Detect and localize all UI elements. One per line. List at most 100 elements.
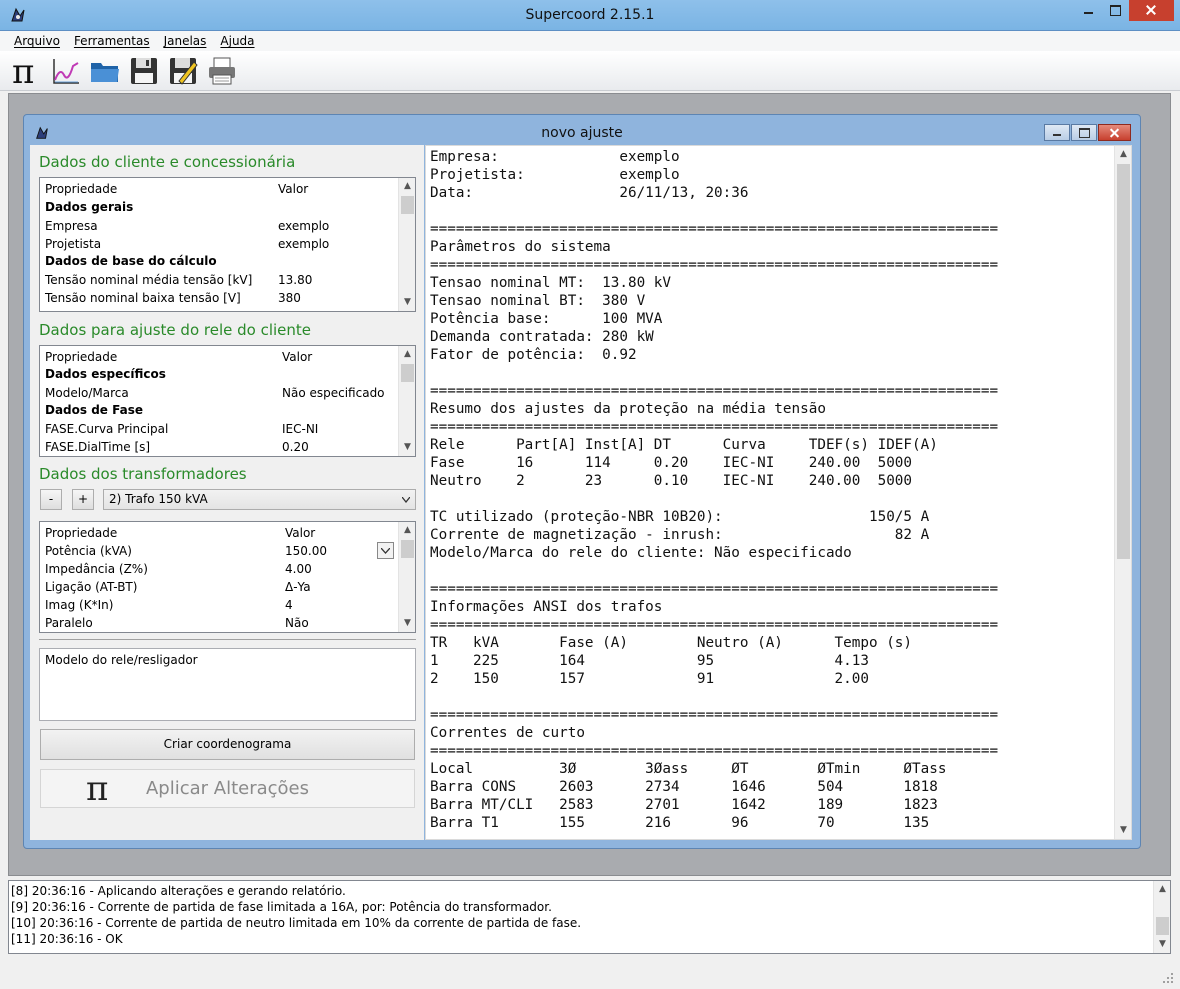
grid-row[interactable]: Dados de Fase [45,401,395,419]
apply-changes-button[interactable]: π Aplicar Alterações [40,769,415,808]
row-value[interactable]: 150.00 [285,542,327,560]
scroll-down-icon[interactable]: ▼ [403,619,412,628]
report-line: Projetista: exemplo [430,167,680,183]
scroll-up-icon[interactable]: ▲ [403,350,412,359]
report-line: Resumo dos ajustes da proteção na média … [430,401,826,417]
grid-row[interactable]: Dados de base do cálculo [45,252,395,270]
chevron-down-icon [381,548,390,554]
minimize-button[interactable] [1075,0,1102,21]
report-line: Fase 16 114 0.20 IEC-NI 240.00 5000 [430,455,913,471]
row-key: FASE.DialTime [s] [45,440,151,454]
row-key: Ligação (AT-BT) [45,580,138,594]
scroll-down-icon[interactable]: ▼ [1119,826,1128,835]
row-value: IEC-NI [282,422,319,436]
grid-row[interactable]: Tensão nominal baixa tensão [V] 380 [45,289,395,307]
row-value: 380 [278,291,301,305]
scroll-up-icon[interactable]: ▲ [403,526,412,535]
maximize-button[interactable] [1102,0,1129,21]
resize-grip-icon[interactable] [1162,972,1174,984]
scroll-up-icon[interactable]: ▲ [1158,885,1167,894]
report-line: ========================================… [430,617,999,633]
row-value: 0.20 [282,440,309,454]
report-line: 1 225 164 95 4.13 [430,653,869,669]
child-titlebar[interactable]: novo ajuste [24,115,1140,145]
model-textbox[interactable]: Modelo do rele/resligador [39,648,416,721]
row-key: Dados de base do cálculo [45,254,217,268]
scroll-thumb[interactable] [1156,917,1169,935]
svg-text:π: π [12,55,34,87]
grid-row[interactable]: Paralelo Não [45,614,395,632]
vertical-scrollbar[interactable]: ▲ ▼ [398,522,415,632]
row-value: 13.80 [278,273,313,287]
create-coordenogram-button[interactable]: Criar coordenograma [40,729,415,760]
trafo-property-grid[interactable]: Propriedade Valor Potência (kVA) 150.00 I… [39,521,416,633]
grid-row[interactable]: Modelo/Marca Não especificado [45,384,395,402]
scroll-thumb[interactable] [401,196,414,214]
scroll-thumb[interactable] [401,540,414,558]
report-line: Neutro 2 23 0.10 IEC-NI 240.00 5000 [430,473,913,489]
add-trafo-button[interactable]: + [72,489,94,510]
report-line: Informações ANSI dos trafos [430,599,663,615]
grid-row[interactable]: FASE.DialTime [s] 0.20 [45,438,395,456]
grid-row[interactable]: Tensão nominal média tensão [kV] 13.80 [45,271,395,289]
pi-icon[interactable]: π [11,55,43,87]
child-close-button[interactable] [1098,124,1131,141]
vertical-scrollbar[interactable]: ▲ ▼ [1153,881,1170,953]
chart-icon[interactable] [50,55,82,87]
vertical-scrollbar[interactable]: ▲ ▼ [398,178,415,311]
log-line: [8] 20:36:16 - Aplicando alterações e ge… [11,884,346,898]
header-value: Valor [278,182,309,196]
trafo-select[interactable]: 2) Trafo 150 kVA [103,489,416,510]
header-value: Valor [282,350,313,364]
report-line: 2 150 157 91 2.00 [430,671,869,687]
grid-row[interactable]: Ligação (AT-BT) Δ-Ya [45,578,395,596]
scroll-thumb[interactable] [401,364,414,382]
client-property-grid[interactable]: Propriedade Valor Dados gerais Empresa ex… [39,177,416,312]
trafo-select-value: 2) Trafo 150 kVA [109,492,208,506]
grid-row[interactable]: Imag (K*In) 4 [45,596,395,614]
report-line: Parâmetros do sistema [430,239,611,255]
child-minimize-button[interactable] [1044,124,1070,141]
menu-ajuda[interactable]: Ajuda [220,31,254,51]
log-pane[interactable]: [8] 20:36:16 - Aplicando alterações e ge… [8,880,1171,954]
remove-trafo-button[interactable]: - [40,489,62,510]
folder-open-icon[interactable] [89,55,121,87]
menu-janelas[interactable]: Janelas [164,31,207,51]
report-line: TC utilizado (proteção-NBR 10B20): 150/5… [430,509,930,525]
grid-row[interactable]: Dados específicos [45,365,395,383]
scroll-down-icon[interactable]: ▼ [403,443,412,452]
report-line: Local 3Ø 3Øass ØT ØTmin ØTass [430,761,947,777]
report-line: Barra CONS 2603 2734 1646 504 1818 [430,779,938,795]
scroll-thumb[interactable] [1117,164,1130,559]
report-text-area[interactable]: Empresa: exemplo Projetista: exemplo Data:… [425,145,1132,840]
row-value: Não especificado [282,386,385,400]
relay-property-grid[interactable]: Propriedade Valor Dados específicos Mode… [39,345,416,457]
vertical-scrollbar[interactable]: ▲ ▼ [398,346,415,456]
grid-row[interactable]: Dados gerais [45,198,395,216]
save-as-icon[interactable] [167,55,199,87]
row-key: Modelo/Marca [45,386,129,400]
row-value: exemplo [278,237,330,251]
toolbar: π [0,51,1180,91]
close-button[interactable] [1129,0,1174,21]
scroll-down-icon[interactable]: ▼ [1158,940,1167,949]
main-titlebar[interactable]: Supercoord 2.15.1 [0,0,1180,31]
grid-row[interactable]: Potência (kVA) 150.00 [45,542,395,560]
grid-row[interactable]: Projetista exemplo [45,235,395,253]
scroll-up-icon[interactable]: ▲ [1119,150,1128,159]
grid-row[interactable]: FASE.Curva Principal IEC-NI [45,420,395,438]
print-icon[interactable] [206,55,238,87]
child-maximize-button[interactable] [1071,124,1097,141]
scroll-up-icon[interactable]: ▲ [403,182,412,191]
row-key: Dados específicos [45,367,166,381]
save-icon[interactable] [128,55,160,87]
menu-ferramentas[interactable]: Ferramentas [74,31,150,51]
scroll-down-icon[interactable]: ▼ [403,298,412,307]
potencia-dropdown-button[interactable] [377,542,394,559]
grid-row[interactable]: Impedância (Z%) 4.00 [45,560,395,578]
vertical-scrollbar[interactable]: ▲ ▼ [1114,146,1131,839]
report-line: Rele Part[A] Inst[A] DT Curva TDEF(s) ID… [430,437,938,453]
report-line: Fator de potência: 0.92 [430,347,637,363]
menu-arquivo[interactable]: Arquivo [14,31,60,51]
grid-row[interactable]: Empresa exemplo [45,217,395,235]
